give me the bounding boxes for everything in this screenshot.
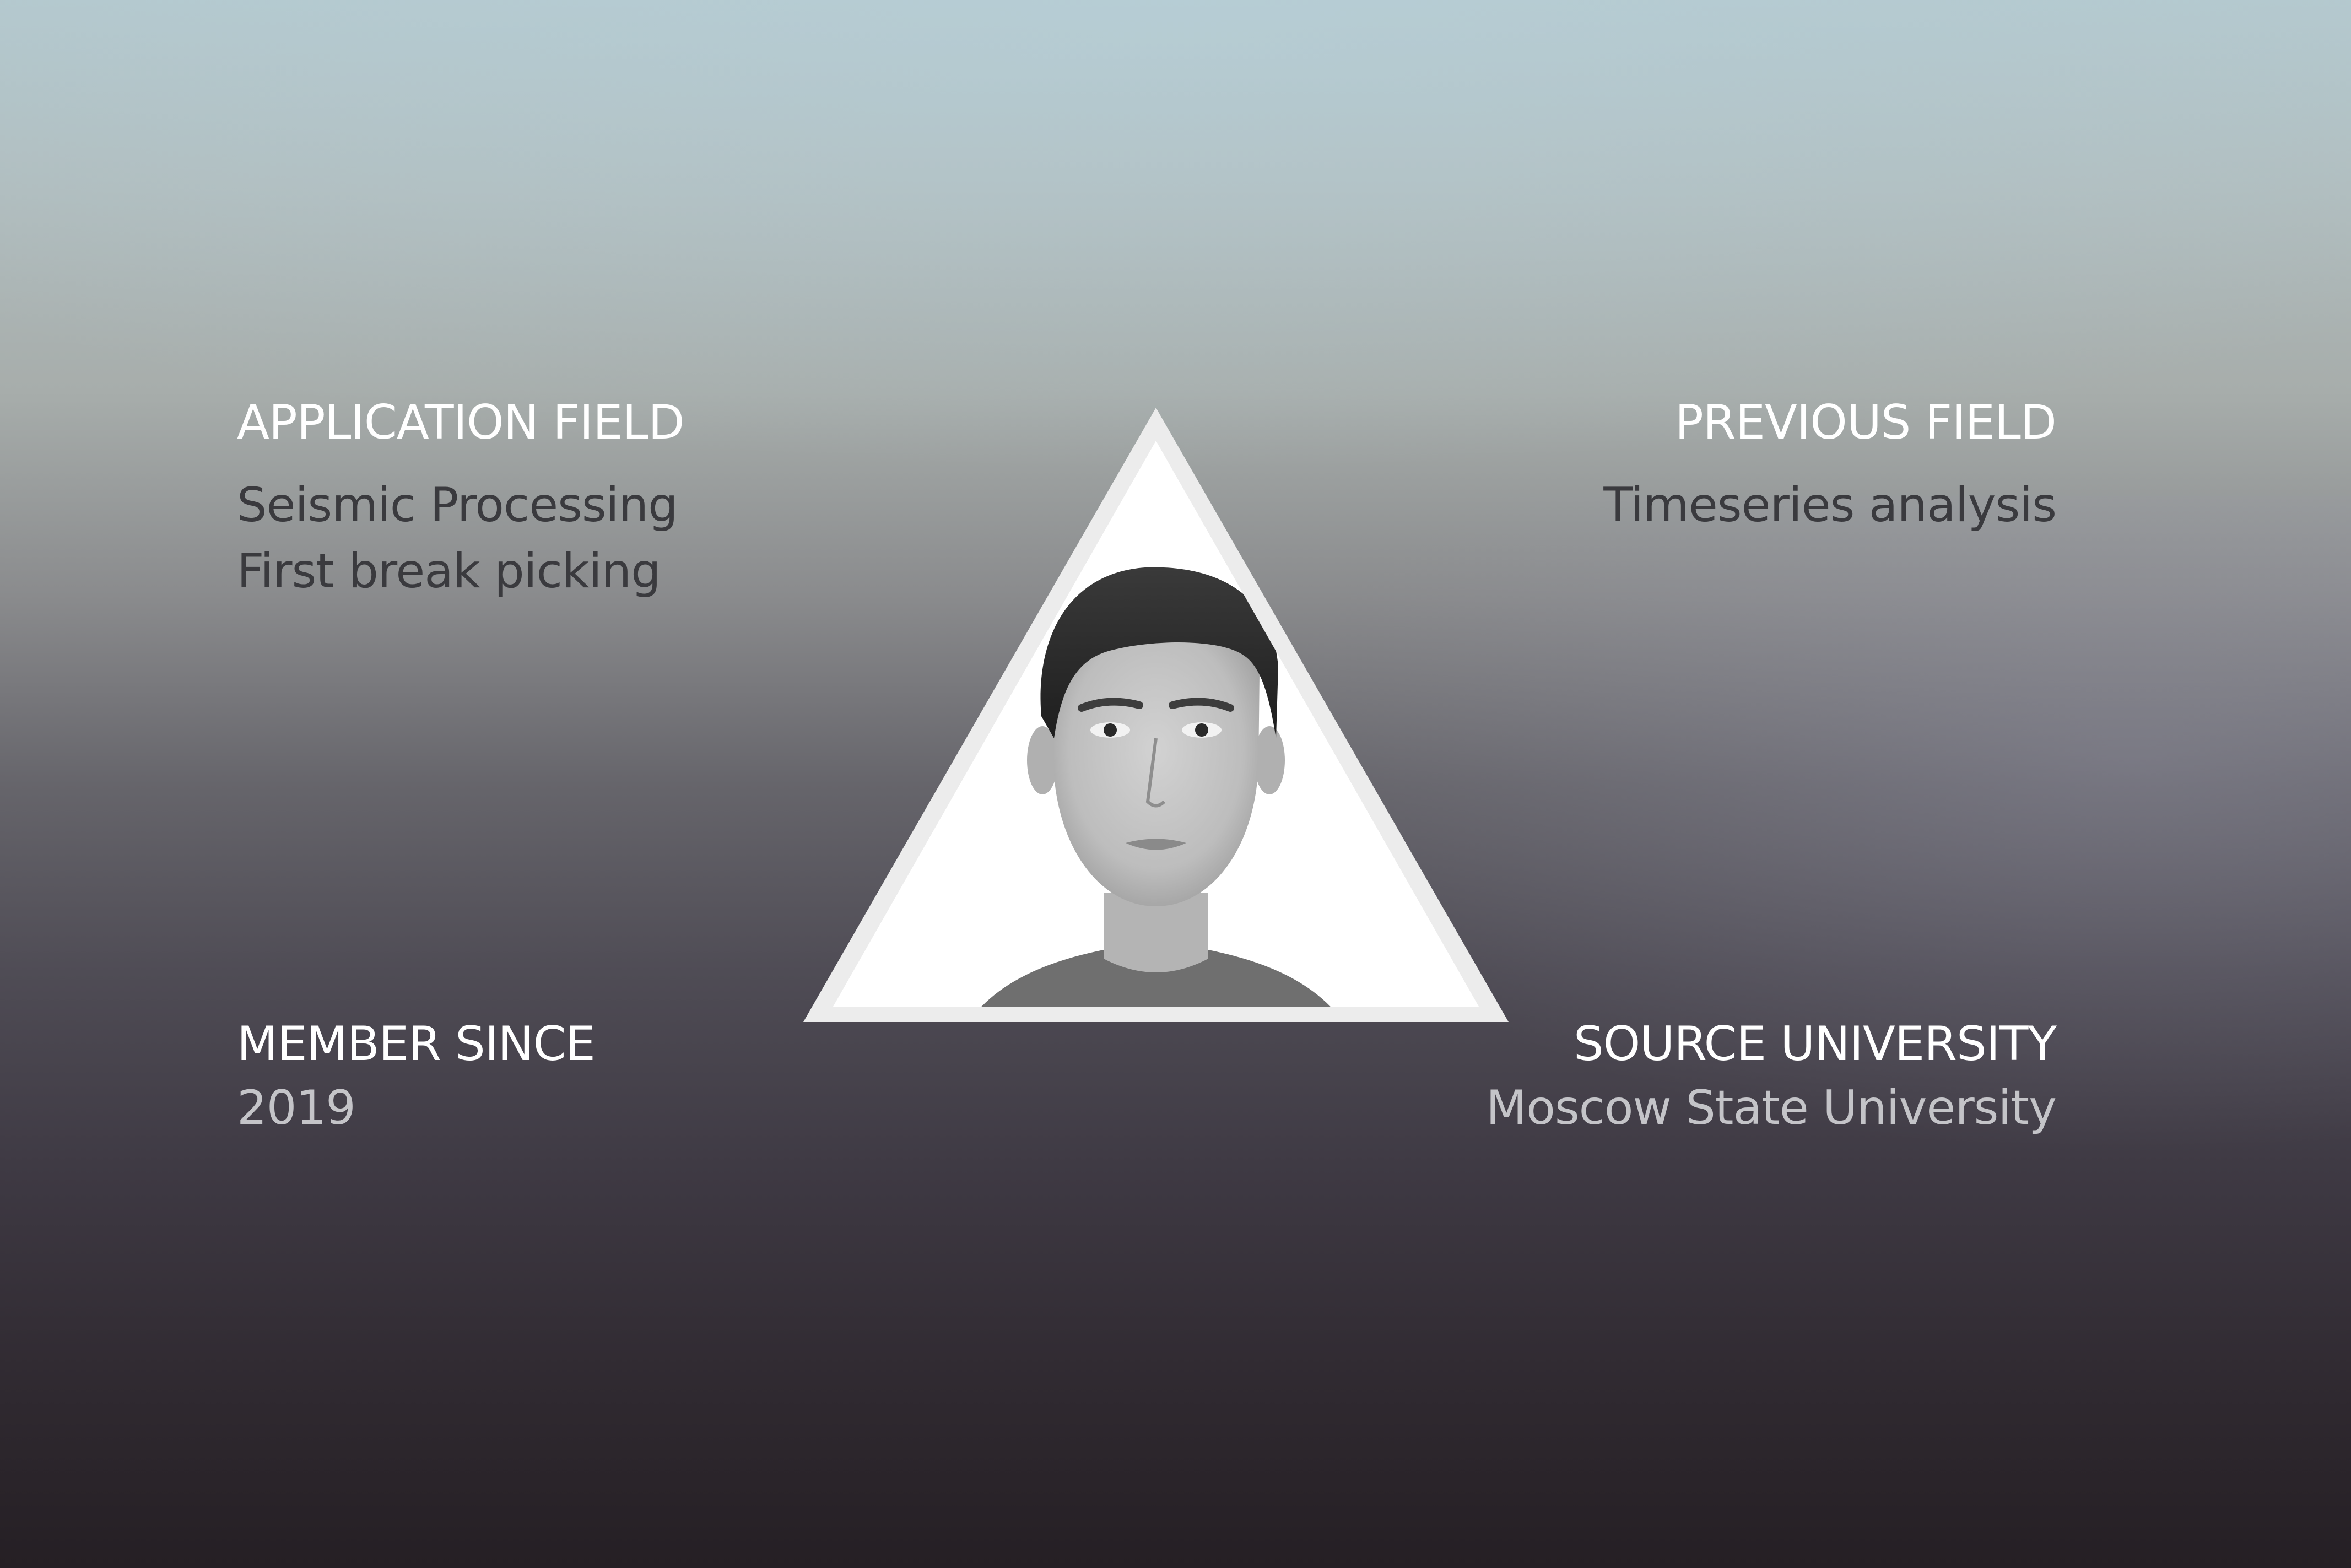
previous-field-line-1: Timeseries analysis bbox=[1603, 477, 2057, 533]
portrait-triangle bbox=[803, 408, 1509, 1022]
application-field-heading: APPLICATION FIELD bbox=[237, 395, 685, 450]
previous-field-heading: PREVIOUS FIELD bbox=[1674, 395, 2057, 450]
previous-field-block: PREVIOUS FIELD Timeseries analysis bbox=[1603, 395, 2057, 538]
source-university-heading: SOURCE UNIVERSITY bbox=[1573, 1017, 2057, 1072]
application-field-line-2: First break picking bbox=[237, 543, 661, 599]
member-since-block: MEMBER SINCE 2019 bbox=[237, 1017, 596, 1141]
portrait-triangle-svg bbox=[803, 408, 1509, 1022]
application-field-block: APPLICATION FIELD Seismic Processing Fir… bbox=[237, 395, 685, 604]
source-university-block: SOURCE UNIVERSITY Moscow State Universit… bbox=[1486, 1017, 2057, 1141]
application-field-line-1: Seismic Processing bbox=[237, 477, 678, 533]
member-since-value: 2019 bbox=[237, 1080, 356, 1136]
source-university-value: Moscow State University bbox=[1486, 1080, 2057, 1136]
member-since-heading: MEMBER SINCE bbox=[237, 1017, 596, 1072]
